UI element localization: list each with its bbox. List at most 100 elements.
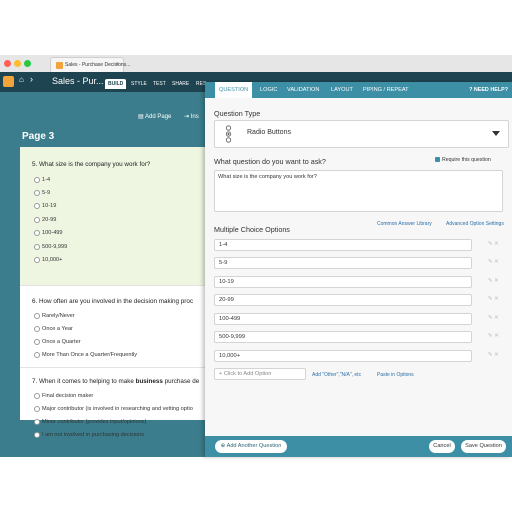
option-item: Once a Year [34, 326, 73, 332]
choice-input[interactable]: 1-4 [214, 239, 472, 251]
close-window-button[interactable] [4, 60, 11, 67]
app-logo-icon[interactable] [3, 76, 14, 87]
option-item: 10-19 [34, 203, 56, 209]
radio-icon [34, 203, 40, 209]
advanced-option-settings-link[interactable]: Advanced Option Settings [446, 221, 504, 227]
question-text-input[interactable]: What size is the company you work for? [214, 170, 503, 212]
maximize-window-button[interactable] [24, 60, 31, 67]
nav-build[interactable]: BUILD [105, 79, 127, 89]
minimize-window-button[interactable] [14, 60, 21, 67]
paste-options-link[interactable]: Paste in Options [377, 372, 414, 378]
nav-share[interactable]: SHARE [169, 79, 192, 89]
option-item: 5-9 [34, 190, 50, 196]
question-title: 6. How often are you involved in the dec… [32, 298, 194, 305]
choice-input[interactable]: 20-99 [214, 294, 472, 306]
choice-tools[interactable]: ✎ ✕ [488, 352, 499, 358]
survey-title: Sales - Pur... [52, 76, 104, 86]
require-question-checkbox[interactable]: Require this question [435, 157, 491, 163]
editor-tabs: QUESTION LOGIC VALIDATION LAYOUT PIPING … [205, 82, 512, 98]
radio-icon [34, 406, 40, 412]
choice-input[interactable]: 100-499 [214, 313, 472, 325]
radio-icon [34, 257, 40, 263]
add-page-button[interactable]: ▤ Add Page [138, 113, 171, 120]
question-editor-panel: QUESTION LOGIC VALIDATION LAYOUT PIPING … [205, 82, 512, 457]
add-page-icon: ▤ [138, 114, 144, 120]
choice-tools[interactable]: ✎ ✕ [488, 296, 499, 302]
choice-tools[interactable]: ✎ ✕ [488, 333, 499, 339]
survey-canvas: 5. What size is the company you work for… [20, 147, 230, 438]
checkbox-checked-icon [435, 157, 440, 162]
choice-tools[interactable]: ✎ ✕ [488, 278, 499, 284]
common-answer-library-link[interactable]: Common Answer Library [377, 221, 432, 227]
question-title: 7. When it comes to helping to make busi… [32, 378, 200, 385]
require-label: Require this question [442, 157, 491, 163]
insert-icon: ⇥ [184, 114, 190, 120]
question-block-7[interactable]: 7. When it comes to helping to make busi… [20, 368, 230, 428]
tab-close-icon[interactable]: × [115, 58, 119, 73]
tab-layout[interactable]: LAYOUT [331, 82, 353, 98]
choice-input[interactable]: 500-9,999 [214, 331, 472, 343]
tab-logic[interactable]: LOGIC [260, 82, 277, 98]
radio-icon [34, 432, 40, 438]
option-item: Major contributor (is involved in resear… [34, 406, 193, 412]
question-title: 5. What size is the company you work for… [32, 161, 151, 168]
choice-tools[interactable]: ✎ ✕ [488, 241, 499, 247]
nav-test[interactable]: TEST [150, 79, 169, 89]
radio-icon [34, 352, 40, 358]
option-item: Final decision maker [34, 393, 93, 399]
choice-input[interactable]: 10,000+ [214, 350, 472, 362]
editor-footer: ⊕ Add Another Question Cancel Save Quest… [205, 436, 512, 457]
question-type-label: Question Type [214, 109, 261, 118]
browser-tab-title: Sales - Purchase Decisions... [65, 62, 131, 68]
multiple-choice-label: Multiple Choice Options [214, 225, 290, 234]
option-item: 1-4 [34, 177, 50, 183]
option-item: Rarely/Never [34, 313, 75, 319]
radio-icon [34, 177, 40, 183]
home-icon[interactable]: ⌂ [19, 75, 24, 84]
radio-icon [34, 419, 40, 425]
add-page-label: Add Page [145, 114, 172, 120]
choice-input[interactable]: 5-9 [214, 257, 472, 269]
option-item: 100-499 [34, 230, 63, 236]
tab-validation[interactable]: VALIDATION [287, 82, 319, 98]
choice-input[interactable]: 10-19 [214, 276, 472, 288]
choice-tools[interactable]: ✎ ✕ [488, 259, 499, 265]
save-question-button[interactable]: Save Question [461, 440, 506, 453]
question-text-label: What question do you want to ask? [214, 157, 326, 166]
option-item: 500-9,999 [34, 244, 67, 250]
radio-icon [34, 339, 40, 345]
question-block-6[interactable]: 6. How often are you involved in the dec… [20, 286, 230, 366]
browser-tab[interactable]: Sales - Purchase Decisions... × [50, 57, 130, 73]
favicon-icon [56, 62, 63, 69]
add-option-input[interactable]: + Click to Add Option [214, 368, 306, 380]
radio-icon [34, 190, 40, 196]
page-heading: Page 3 [22, 131, 55, 142]
tab-piping-repeat[interactable]: PIPING / REPEAT [363, 82, 409, 98]
option-item: Minor contributor (provides input/opinio… [34, 419, 146, 425]
nav-style[interactable]: STYLE [128, 79, 150, 89]
need-help-link[interactable]: ? NEED HELP? [469, 82, 508, 98]
breadcrumb-chevron-icon[interactable]: › [30, 74, 33, 84]
choice-tools[interactable]: ✎ ✕ [488, 315, 499, 321]
radio-icon [34, 393, 40, 399]
radio-icon [34, 313, 40, 319]
add-other-link[interactable]: Add "Other","N/A", etc [312, 372, 361, 378]
option-item: 20-99 [34, 217, 56, 223]
add-another-question-button[interactable]: ⊕ Add Another Question [215, 440, 287, 453]
radio-icon [34, 244, 40, 250]
question-type-select[interactable]: Radio Buttons [214, 120, 509, 148]
option-item: Once a Quarter [34, 339, 81, 345]
option-item: More Than Once a Quarter/Frequently [34, 352, 137, 358]
option-item: I am not involved in purchasing decision… [34, 432, 144, 438]
radio-icon [34, 326, 40, 332]
option-item: 10,000+ [34, 257, 62, 263]
question-type-value: Radio Buttons [247, 129, 291, 136]
question-block-5[interactable]: 5. What size is the company you work for… [20, 147, 230, 285]
chevron-down-icon [492, 131, 500, 136]
browser-chrome: Sales - Purchase Decisions... × [0, 55, 512, 73]
radio-icon [34, 217, 40, 223]
radio-icon [34, 230, 40, 236]
tab-question[interactable]: QUESTION [215, 82, 253, 98]
insert-button[interactable]: ⇥ Ins [184, 113, 199, 120]
cancel-button[interactable]: Cancel [429, 440, 455, 453]
